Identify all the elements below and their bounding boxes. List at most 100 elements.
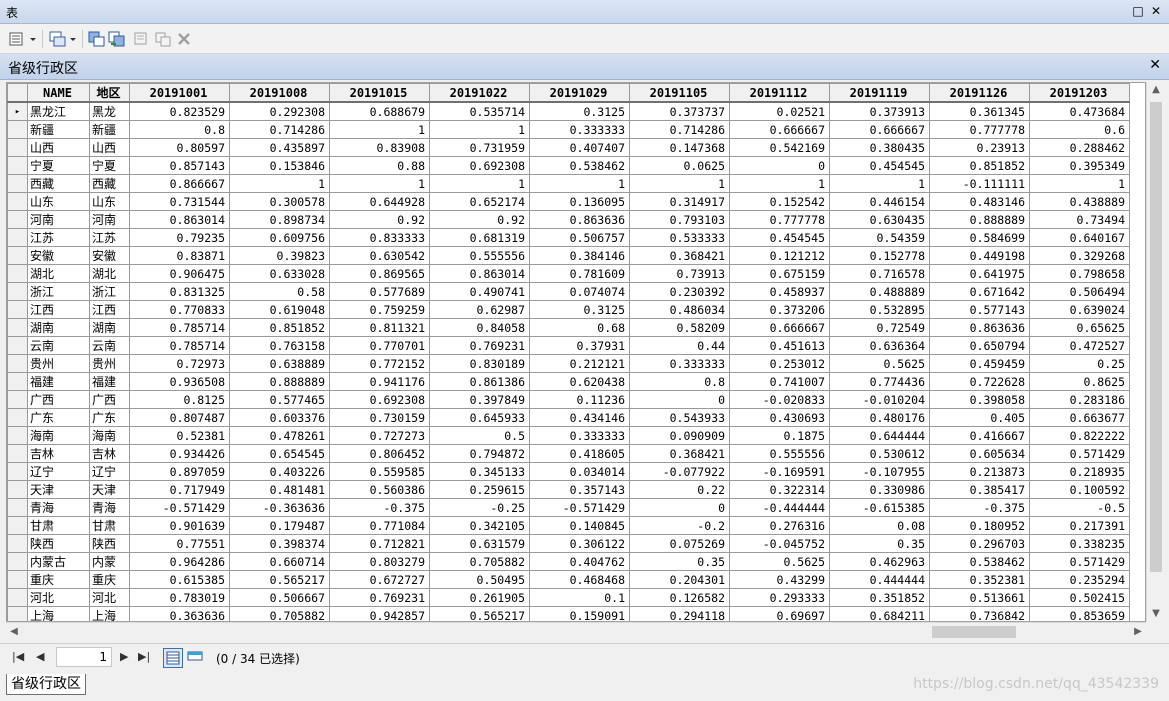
cell-value[interactable]: 0.577465: [229, 390, 330, 409]
cell-value[interactable]: 0.506757: [529, 228, 630, 247]
table-row[interactable]: 湖北 湖北 0.906475 0.633028 0.869565 0.863014 0.78…: [7, 264, 1130, 283]
cell-value[interactable]: 0.853659: [1029, 606, 1130, 621]
cell-value[interactable]: 0.462963: [829, 552, 930, 571]
cell-region[interactable]: 海南: [89, 426, 130, 445]
cell-value[interactable]: 0.565217: [229, 570, 330, 589]
cell-value[interactable]: 0.293333: [729, 588, 830, 607]
cell-value[interactable]: 0.741007: [729, 372, 830, 391]
cell-value[interactable]: 0.831325: [129, 282, 230, 301]
cell-value[interactable]: 0.121212: [729, 246, 830, 265]
cell-value[interactable]: 0.54359: [829, 228, 930, 247]
row-selector[interactable]: [7, 552, 28, 571]
cell-value[interactable]: 0.777778: [729, 210, 830, 229]
cell-value[interactable]: 0.666667: [829, 120, 930, 139]
cell-value[interactable]: 0.716578: [829, 264, 930, 283]
cell-value[interactable]: 0.23913: [929, 138, 1030, 157]
cell-value[interactable]: 0.180952: [929, 516, 1030, 535]
cell-value[interactable]: 0.798658: [1029, 264, 1130, 283]
cell-value[interactable]: 0.407407: [529, 138, 630, 157]
cell-value[interactable]: -0.571429: [529, 498, 630, 517]
table-row[interactable]: 湖南 湖南 0.785714 0.851852 0.811321 0.84058 0.68 0…: [7, 318, 1130, 337]
cell-value[interactable]: 0.822222: [1029, 426, 1130, 445]
cell-value[interactable]: 0.218935: [1029, 462, 1130, 481]
cell-value[interactable]: 0.69697: [729, 606, 830, 621]
cell-value[interactable]: 0.672727: [329, 570, 430, 589]
cell-value[interactable]: 0.793103: [629, 210, 730, 229]
row-selector[interactable]: [7, 300, 28, 319]
cell-value[interactable]: 0.964286: [129, 552, 230, 571]
cell-value[interactable]: 1: [229, 174, 330, 193]
cell-value[interactable]: 0.338235: [1029, 534, 1130, 553]
cell-region[interactable]: 江西: [89, 300, 130, 319]
column-header[interactable]: 20191203: [1029, 83, 1130, 103]
table-row[interactable]: 福建 福建 0.936508 0.888889 0.941176 0.861386 0.62…: [7, 372, 1130, 391]
clear-selection-button[interactable]: [132, 30, 150, 48]
cell-value[interactable]: 0.02521: [729, 101, 830, 121]
cell-value[interactable]: 0.430693: [729, 408, 830, 427]
cell-region[interactable]: 辽宁: [89, 462, 130, 481]
cell-value[interactable]: 0.620438: [529, 372, 630, 391]
column-header[interactable]: NAME: [27, 83, 90, 103]
cell-name[interactable]: 西藏: [27, 174, 90, 193]
table-row[interactable]: 江西 江西 0.770833 0.619048 0.759259 0.62987 0.312…: [7, 300, 1130, 319]
row-selector[interactable]: [7, 192, 28, 211]
table-row[interactable]: 浙江 浙江 0.831325 0.58 0.577689 0.490741 0.074074…: [7, 282, 1130, 301]
cell-value[interactable]: -0.363636: [229, 498, 330, 517]
table-row[interactable]: 广西 广西 0.8125 0.577465 0.692308 0.397849 0.1123…: [7, 390, 1130, 409]
table-row[interactable]: 内蒙古 内蒙 0.964286 0.660714 0.803279 0.705882 0.4…: [7, 552, 1130, 571]
table-row[interactable]: 宁夏 宁夏 0.857143 0.153846 0.88 0.692308 0.538462…: [7, 156, 1130, 175]
cell-value[interactable]: 0.806452: [329, 444, 430, 463]
row-selector[interactable]: [7, 372, 28, 391]
cell-value[interactable]: -0.375: [329, 498, 430, 517]
cell-value[interactable]: 0.434146: [529, 408, 630, 427]
cell-value[interactable]: 0.705882: [429, 552, 530, 571]
row-selector[interactable]: [7, 516, 28, 535]
cell-value[interactable]: 0.373737: [629, 101, 730, 121]
cell-value[interactable]: 0.863636: [529, 210, 630, 229]
cell-value[interactable]: 0.532895: [829, 300, 930, 319]
cell-region[interactable]: 青海: [89, 498, 130, 517]
cell-value[interactable]: 0.571429: [1029, 444, 1130, 463]
cell-value[interactable]: 0.333333: [629, 354, 730, 373]
cell-value[interactable]: 0.538462: [529, 156, 630, 175]
cell-value[interactable]: 0.39823: [229, 246, 330, 265]
cell-value[interactable]: 0.584699: [929, 228, 1030, 247]
table-row[interactable]: 天津 天津 0.717949 0.481481 0.560386 0.259615 0.35…: [7, 480, 1130, 499]
table-row[interactable]: 江苏 江苏 0.79235 0.609756 0.833333 0.681319 0.506…: [7, 228, 1130, 247]
cell-value[interactable]: 0.351852: [829, 588, 930, 607]
cell-value[interactable]: 0.217391: [1029, 516, 1130, 535]
cell-region[interactable]: 河南: [89, 210, 130, 229]
cell-value[interactable]: 0.435897: [229, 138, 330, 157]
cell-name[interactable]: 黑龙江: [27, 101, 90, 121]
table-row[interactable]: 山西 山西 0.80597 0.435897 0.83908 0.731959 0.4074…: [7, 138, 1130, 157]
cell-value[interactable]: 0.357143: [529, 480, 630, 499]
cell-value[interactable]: 0.398374: [229, 534, 330, 553]
scroll-down-icon[interactable]: ▼: [1147, 606, 1165, 622]
cell-value[interactable]: -0.111111: [929, 174, 1030, 193]
cell-region[interactable]: 贵州: [89, 354, 130, 373]
cell-value[interactable]: 0.481481: [229, 480, 330, 499]
cell-value[interactable]: 0.25: [1029, 354, 1130, 373]
cell-region[interactable]: 广西: [89, 390, 130, 409]
cell-value[interactable]: 0.140845: [529, 516, 630, 535]
row-selector[interactable]: [7, 588, 28, 607]
cell-value[interactable]: 0.502415: [1029, 588, 1130, 607]
cell-region[interactable]: 河北: [89, 588, 130, 607]
cell-value[interactable]: 0.361345: [929, 101, 1030, 121]
cell-value[interactable]: 0.803279: [329, 552, 430, 571]
table-row[interactable]: 吉林 吉林 0.934426 0.654545 0.806452 0.794872 0.41…: [7, 444, 1130, 463]
row-selector[interactable]: [7, 534, 28, 553]
cell-value[interactable]: 0.314917: [629, 192, 730, 211]
row-selector[interactable]: [7, 498, 28, 517]
cell-region[interactable]: 黑龙: [89, 101, 130, 121]
cell-value[interactable]: 0.458937: [729, 282, 830, 301]
cell-value[interactable]: -0.077922: [629, 462, 730, 481]
cell-name[interactable]: 海南: [27, 426, 90, 445]
column-header[interactable]: 20191001: [129, 83, 230, 103]
cell-value[interactable]: 0.333333: [529, 426, 630, 445]
close-window-button[interactable]: ✕: [1149, 4, 1163, 18]
cell-value[interactable]: 0.571429: [1029, 552, 1130, 571]
cell-value[interactable]: 0.823529: [129, 101, 230, 121]
cell-value[interactable]: 0.72973: [129, 354, 230, 373]
cell-value[interactable]: 0.179487: [229, 516, 330, 535]
